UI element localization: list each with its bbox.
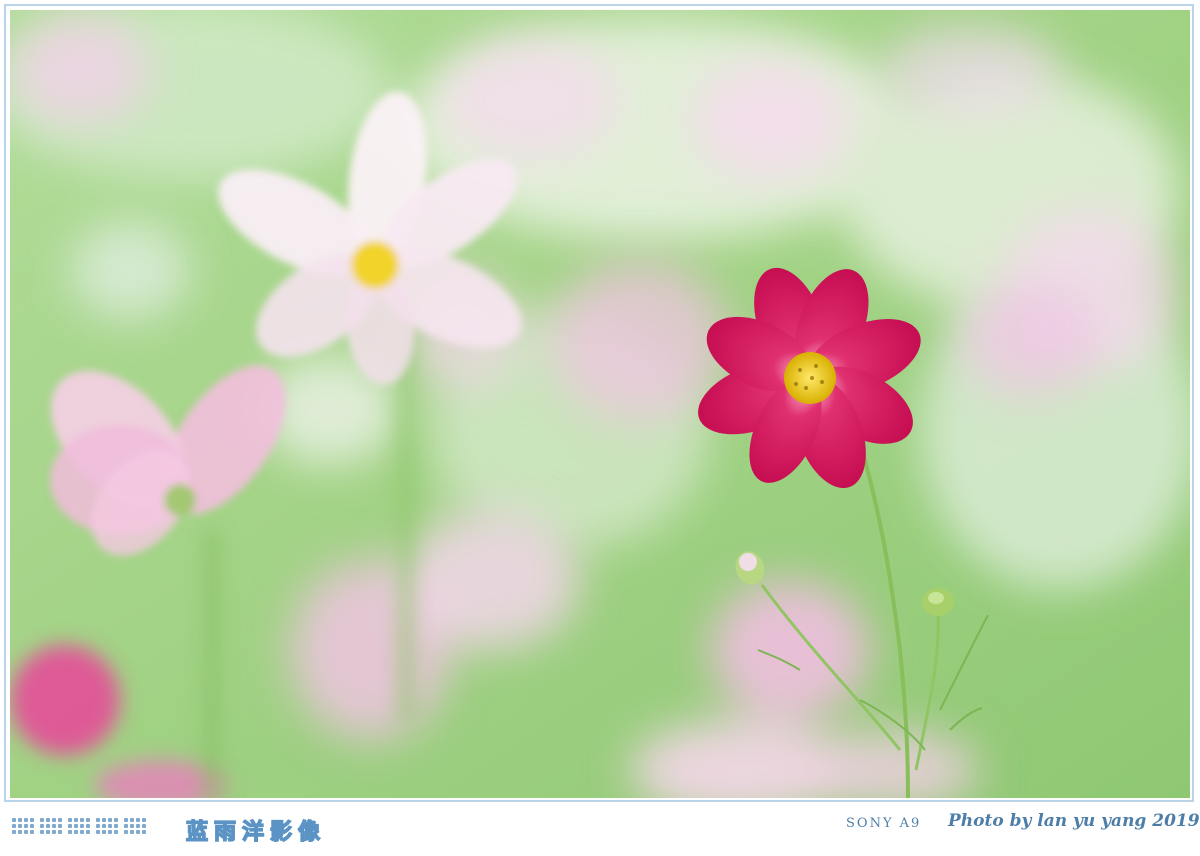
dot-block <box>12 818 34 834</box>
studio-name: 蓝雨洋影像 <box>185 819 327 845</box>
camera-model: SONY A9 <box>846 816 922 831</box>
dot-block <box>96 818 118 834</box>
decorative-dot-pattern <box>12 818 146 834</box>
flower-photo-illustration <box>10 10 1190 798</box>
photograph <box>10 10 1190 798</box>
dot-block <box>40 818 62 834</box>
photo-credit: Photo by lan yu yang 2019 <box>948 811 1200 831</box>
dot-block <box>124 818 146 834</box>
dot-block <box>68 818 90 834</box>
footer-bar: 蓝雨洋影像 SONY A9 Photo by lan yu yang 2019 <box>0 806 1200 856</box>
photo-frame: 蓝雨洋影像 SONY A9 Photo by lan yu yang 2019 <box>0 0 1200 856</box>
